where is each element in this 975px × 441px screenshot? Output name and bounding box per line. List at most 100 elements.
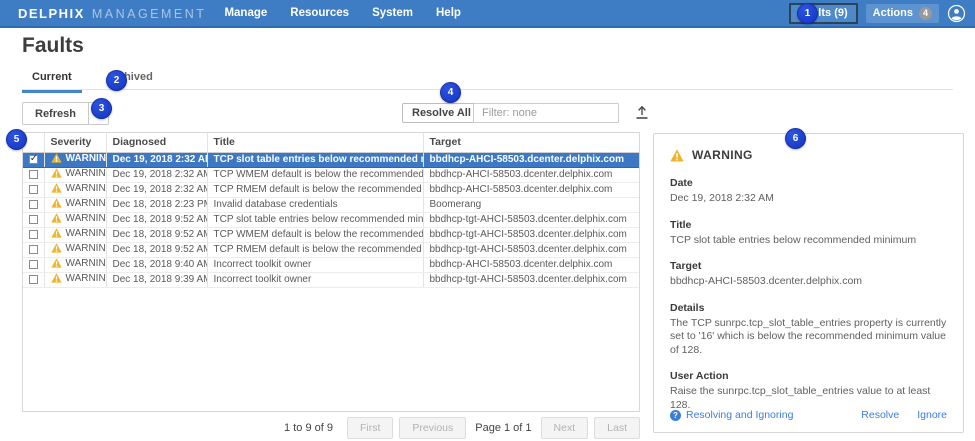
detail-date-value: Dec 19, 2018 2:32 AM <box>670 192 947 206</box>
table-row[interactable]: WARNING Dec 18, 2018 9:52 AM TCP WMEM de… <box>23 227 640 242</box>
resolve-link[interactable]: Resolve <box>861 409 899 421</box>
diagnosed-cell: Dec 18, 2018 2:23 PM <box>106 197 207 212</box>
detail-target-section: Target bbdhcp-AHCI-58503.dcenter.delphix… <box>670 260 947 289</box>
actions-button-label: Actions <box>873 7 913 19</box>
diagnosed-cell: Dec 19, 2018 2:32 AM <box>106 182 207 197</box>
nav-item-manage[interactable]: Manage <box>222 7 269 19</box>
row-checkbox[interactable] <box>29 215 38 224</box>
title-cell: TCP slot table entries below recommended… <box>207 212 423 227</box>
warning-icon <box>51 243 62 253</box>
row-checkbox[interactable] <box>29 275 38 284</box>
detail-user-action-value: Raise the sunrpc.tcp_slot_table_entries … <box>670 385 947 412</box>
column-header-severity[interactable]: Severity <box>44 133 106 152</box>
last-page-button[interactable]: Last <box>594 417 640 439</box>
severity-cell: WARNING <box>66 183 107 194</box>
previous-page-button[interactable]: Previous <box>399 417 466 439</box>
detail-footer: Resolving and Ignoring Resolve Ignore <box>670 409 947 421</box>
first-page-button[interactable]: First <box>347 417 393 439</box>
callout-3: 3 <box>91 98 112 119</box>
title-cell: TCP WMEM default is below the recommende… <box>207 167 423 182</box>
export-button[interactable] <box>632 104 652 124</box>
column-header-diagnosed[interactable]: Diagnosed <box>106 133 207 152</box>
faults-table: Severity Diagnosed Title Target WARNING <box>22 132 640 412</box>
severity-cell: WARNING <box>66 153 107 164</box>
title-cell: TCP RMEM default is below the recommende… <box>207 242 423 257</box>
main-nav: Manage Resources System Help <box>222 7 462 19</box>
diagnosed-cell: Dec 18, 2018 9:40 AM <box>106 257 207 272</box>
warning-icon <box>51 213 62 223</box>
row-checkbox[interactable] <box>29 200 38 209</box>
table-row[interactable]: WARNING Dec 19, 2018 2:32 AM TCP RMEM de… <box>23 182 640 197</box>
detail-target-value: bbdhcp-AHCI-58503.dcenter.delphix.com <box>670 275 947 289</box>
next-page-button[interactable]: Next <box>541 417 589 439</box>
callout-2: 2 <box>106 70 127 91</box>
table-row[interactable]: WARNING Dec 18, 2018 2:23 PM Invalid dat… <box>23 197 640 212</box>
refresh-button[interactable]: Refresh <box>22 102 89 125</box>
brand-name: DELPHIX <box>18 6 85 21</box>
title-cell: TCP slot table entries below recommended… <box>207 152 423 167</box>
diagnosed-cell: Dec 18, 2018 9:39 AM <box>106 272 207 287</box>
nav-item-help[interactable]: Help <box>434 7 463 19</box>
title-cell: Invalid database credentials <box>207 197 423 212</box>
nav-item-resources[interactable]: Resources <box>288 7 351 19</box>
diagnosed-cell: Dec 19, 2018 2:32 AM <box>106 152 207 167</box>
detail-severity: WARNING <box>692 148 753 162</box>
title-cell: TCP WMEM default is below the recommende… <box>207 227 423 242</box>
warning-icon <box>51 258 62 268</box>
callout-1: 1 <box>797 3 818 24</box>
table-row[interactable]: WARNING Dec 18, 2018 9:39 AM Incorrect t… <box>23 272 640 287</box>
table-row[interactable]: WARNING Dec 19, 2018 2:32 AM TCP WMEM de… <box>23 167 640 182</box>
table-row[interactable]: WARNING Dec 18, 2018 9:52 AM TCP slot ta… <box>23 212 640 227</box>
detail-title-section: Title TCP slot table entries below recom… <box>670 219 947 248</box>
column-header-title[interactable]: Title <box>207 133 423 152</box>
export-icon <box>633 104 651 122</box>
row-checkbox[interactable] <box>29 185 38 194</box>
pagination-range: 1 to 9 of 9 <box>284 422 333 434</box>
warning-icon <box>51 273 62 283</box>
resolving-and-ignoring-link[interactable]: Resolving and Ignoring <box>670 409 793 421</box>
target-cell: bbdhcp-tgt-AHCI-58503.dcenter.delphix.co… <box>423 242 640 257</box>
title-cell: Incorrect toolkit owner <box>207 272 423 287</box>
detail-header: WARNING <box>670 148 947 162</box>
user-profile-icon[interactable] <box>947 4 966 23</box>
detail-date-label: Date <box>670 177 947 189</box>
target-cell: bbdhcp-AHCI-58503.dcenter.delphix.com <box>423 167 640 182</box>
row-checkbox[interactable] <box>29 245 38 254</box>
target-cell: bbdhcp-tgt-AHCI-58503.dcenter.delphix.co… <box>423 212 640 227</box>
nav-item-system[interactable]: System <box>370 7 415 19</box>
ignore-link[interactable]: Ignore <box>917 409 947 421</box>
help-link-label: Resolving and Ignoring <box>686 409 793 421</box>
callout-4: 4 <box>440 82 461 103</box>
brand-suffix: MANAGEMENT <box>92 7 207 21</box>
column-header-target[interactable]: Target <box>423 133 640 152</box>
row-checkbox[interactable] <box>29 155 38 164</box>
title-cell: Incorrect toolkit owner <box>207 257 423 272</box>
detail-title-label: Title <box>670 219 947 231</box>
warning-icon <box>51 153 62 163</box>
table-row[interactable]: WARNING Dec 19, 2018 2:32 AM TCP slot ta… <box>23 152 640 167</box>
table-row[interactable]: WARNING Dec 18, 2018 9:40 AM Incorrect t… <box>23 257 640 272</box>
severity-cell: WARNING <box>66 168 107 179</box>
table-row[interactable]: WARNING Dec 18, 2018 9:52 AM TCP RMEM de… <box>23 242 640 257</box>
filter-input[interactable] <box>473 103 619 123</box>
fault-detail-panel: WARNING Date Dec 19, 2018 2:32 AM Title … <box>653 133 964 433</box>
severity-cell: WARNING <box>66 243 107 254</box>
warning-icon <box>51 228 62 238</box>
severity-cell: WARNING <box>66 213 107 224</box>
diagnosed-cell: Dec 18, 2018 9:52 AM <box>106 227 207 242</box>
detail-target-label: Target <box>670 260 947 272</box>
row-checkbox[interactable] <box>29 170 38 179</box>
row-checkbox[interactable] <box>29 260 38 269</box>
actions-button[interactable]: Actions 4 <box>866 4 939 23</box>
callout-6: 6 <box>785 128 806 149</box>
tab-bar: CurrentArchived <box>22 71 177 93</box>
faults-page: DELPHIX MANAGEMENT Manage Resources System… <box>0 0 975 441</box>
target-cell: bbdhcp-tgt-AHCI-58503.dcenter.delphix.co… <box>423 272 640 287</box>
row-checkbox[interactable] <box>29 230 38 239</box>
top-navigation-bar: DELPHIX MANAGEMENT Manage Resources System… <box>0 0 975 28</box>
detail-title-value: TCP slot table entries below recommended… <box>670 234 947 248</box>
target-cell: bbdhcp-tgt-AHCI-58503.dcenter.delphix.co… <box>423 227 640 242</box>
severity-cell: WARNING <box>66 273 107 284</box>
resolve-all-button[interactable]: Resolve All <box>402 103 481 123</box>
tab-current[interactable]: Current <box>22 71 82 93</box>
